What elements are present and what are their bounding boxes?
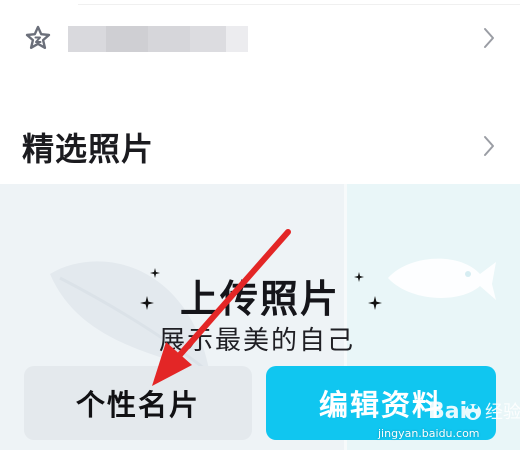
svg-text:Bai: Bai <box>428 399 467 424</box>
sparkle-icon <box>354 272 364 282</box>
watermark-url: jingyan.baidu.com <box>378 427 480 440</box>
list-row-blurred[interactable] <box>0 14 520 62</box>
sparkle-icon <box>150 268 160 278</box>
star-badge-icon <box>25 25 51 49</box>
blurred-name <box>68 26 248 52</box>
divider <box>78 4 520 5</box>
svg-text:经验: 经验 <box>485 402 520 423</box>
chevron-right-icon <box>484 136 494 156</box>
upload-title: 上传照片 <box>179 277 340 321</box>
sparkle-icon <box>140 296 154 310</box>
featured-photos-label: 精选照片 <box>22 130 155 168</box>
profile-card-button[interactable]: 个性名片 <box>24 366 252 440</box>
profile-page: 精选照片 上传照片 展示最美的自己 个性名片 编辑资料 Bai 经验 jingy… <box>0 0 520 450</box>
upload-subtitle: 展示最美的自己 <box>158 326 355 356</box>
sparkle-icon <box>368 296 382 310</box>
baidu-watermark-logo: Bai 经验 <box>428 399 520 424</box>
list-row-featured-photos[interactable]: 精选照片 <box>0 118 520 174</box>
chevron-right-icon <box>484 28 494 48</box>
